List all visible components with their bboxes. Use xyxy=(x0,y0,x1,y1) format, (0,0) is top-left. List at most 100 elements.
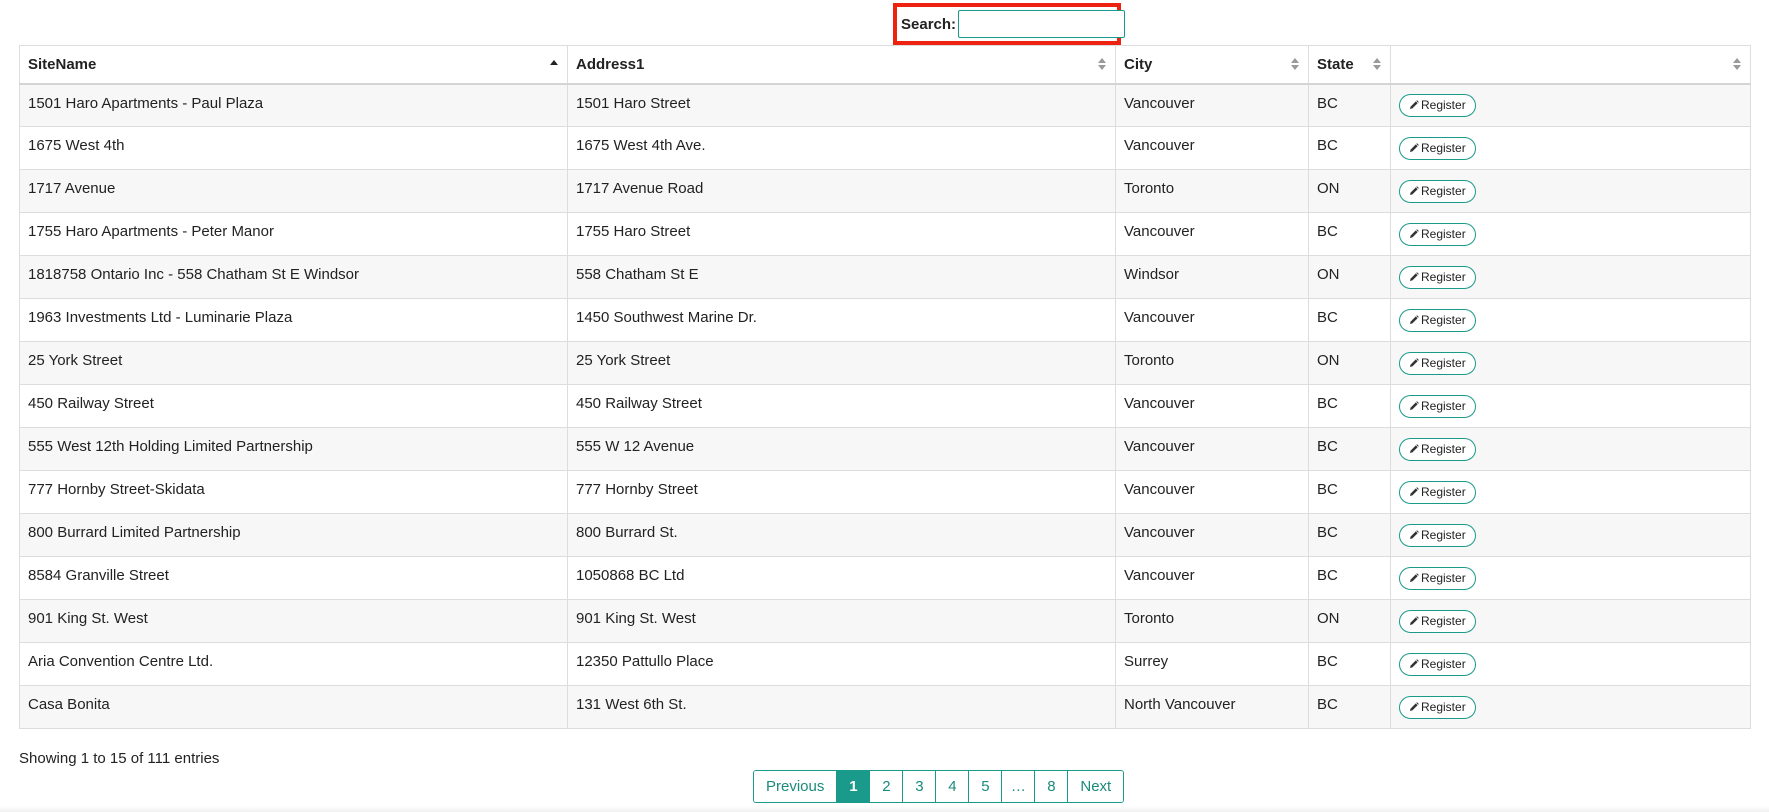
cell-city: North Vancouver xyxy=(1115,685,1309,729)
pencil-icon xyxy=(1410,530,1419,539)
register-button-label: Register xyxy=(1421,98,1466,113)
cell-state: BC xyxy=(1308,642,1391,686)
cell-state: BC xyxy=(1308,556,1391,600)
cell-address1: 901 King St. West xyxy=(567,599,1116,643)
pencil-icon xyxy=(1410,401,1419,410)
register-button[interactable]: Register xyxy=(1399,566,1476,590)
cell-address1: 1450 Southwest Marine Dr. xyxy=(567,298,1116,342)
column-header-state[interactable]: State xyxy=(1308,45,1391,85)
register-button[interactable]: Register xyxy=(1399,652,1476,676)
cell-address1: 131 West 6th St. xyxy=(567,685,1116,729)
pagination: Previous 1 2 3 4 5 … 8 Next xyxy=(753,770,1125,803)
cell-actions: Register xyxy=(1390,599,1751,643)
cell-state: BC xyxy=(1308,83,1391,127)
column-header-city[interactable]: City xyxy=(1115,45,1309,85)
pagination-page-3[interactable]: 3 xyxy=(903,771,937,802)
cell-state: BC xyxy=(1308,427,1391,471)
table-row: 8584 Granville Street 1050868 BC Ltd Vanco… xyxy=(19,556,1751,600)
register-button-label: Register xyxy=(1421,270,1466,284)
cell-state: BC xyxy=(1308,298,1391,342)
table-row: 1818758 Ontario Inc - 558 Chatham St E W… xyxy=(19,255,1751,299)
pagination-page-8[interactable]: 8 xyxy=(1035,771,1069,802)
cell-address1: 1675 West 4th Ave. xyxy=(567,126,1116,170)
cell-sitename: 25 York Street xyxy=(19,341,568,385)
pencil-icon xyxy=(1410,358,1419,367)
sort-both-icon xyxy=(1098,58,1106,71)
register-button[interactable]: Register xyxy=(1399,265,1476,289)
sort-both-icon xyxy=(1733,58,1741,71)
pagination-page-1[interactable]: 1 xyxy=(837,771,871,802)
cell-address1: 1050868 BC Ltd xyxy=(567,556,1116,600)
cell-state: ON xyxy=(1308,169,1391,213)
register-button[interactable]: Register xyxy=(1399,695,1476,719)
cell-city: Vancouver xyxy=(1115,470,1309,514)
cell-state: BC xyxy=(1308,470,1391,514)
table-row: 450 Railway Street 450 Railway Street Vanc… xyxy=(19,384,1751,428)
table-row: 1717 Avenue 1717 Avenue Road Toronto ON Regi… xyxy=(19,169,1751,213)
pagination-page-4[interactable]: 4 xyxy=(936,771,970,802)
cell-sitename: 1717 Avenue xyxy=(19,169,568,213)
register-button[interactable]: Register xyxy=(1399,609,1476,633)
pencil-icon xyxy=(1410,444,1419,453)
cell-actions: Register xyxy=(1390,212,1751,256)
register-button-label: Register xyxy=(1421,313,1466,327)
register-button[interactable]: Register xyxy=(1399,480,1476,504)
register-button-label: Register xyxy=(1421,528,1466,542)
search-input[interactable] xyxy=(958,10,1126,38)
column-header-sitename[interactable]: SiteName xyxy=(19,45,568,85)
pagination-ellipsis: … xyxy=(1002,771,1036,802)
register-button[interactable]: Register xyxy=(1399,308,1476,332)
cell-sitename: 1501 Haro Apartments - Paul Plaza xyxy=(19,83,568,127)
cell-actions: Register xyxy=(1390,470,1751,514)
cell-city: Windsor xyxy=(1115,255,1309,299)
cell-city: Toronto xyxy=(1115,169,1309,213)
cell-address1: 555 W 12 Avenue xyxy=(567,427,1116,471)
register-button[interactable]: Register xyxy=(1399,437,1476,461)
register-button-label: Register xyxy=(1421,657,1466,671)
column-header-actions[interactable] xyxy=(1390,45,1751,85)
table-row: 800 Burrard Limited Partnership 800 Burra… xyxy=(19,513,1751,557)
column-header-address1[interactable]: Address1 xyxy=(567,45,1116,85)
cell-city: Vancouver xyxy=(1115,384,1309,428)
table-row: 901 King St. West 901 King St. West Toront… xyxy=(19,599,1751,643)
column-header-label: SiteName xyxy=(28,55,97,73)
cell-city: Toronto xyxy=(1115,341,1309,385)
cell-actions: Register xyxy=(1390,83,1751,127)
cell-sitename: 555 West 12th Holding Limited Partnershi… xyxy=(19,427,568,471)
cell-sitename: 1755 Haro Apartments - Peter Manor xyxy=(19,212,568,256)
cell-actions: Register xyxy=(1390,341,1751,385)
search-label: Search: xyxy=(901,15,957,33)
pagination-page-5[interactable]: 5 xyxy=(969,771,1003,802)
cell-address1: 25 York Street xyxy=(567,341,1116,385)
register-button[interactable]: Register xyxy=(1399,93,1476,117)
pencil-icon xyxy=(1410,659,1419,668)
register-button-label: Register xyxy=(1421,227,1466,241)
pagination-next-button[interactable]: Next xyxy=(1068,771,1124,802)
cell-sitename: 800 Burrard Limited Partnership xyxy=(19,513,568,557)
pagination-previous-button[interactable]: Previous xyxy=(754,771,838,802)
register-button-label: Register xyxy=(1421,485,1466,499)
cell-address1: 1717 Avenue Road xyxy=(567,169,1116,213)
register-button[interactable]: Register xyxy=(1399,523,1476,547)
cell-state: BC xyxy=(1308,384,1391,428)
pencil-icon xyxy=(1410,143,1419,152)
cell-city: Vancouver xyxy=(1115,556,1309,600)
register-button[interactable]: Register xyxy=(1399,222,1476,246)
cell-sitename: 1963 Investments Ltd - Luminarie Plaza xyxy=(19,298,568,342)
register-button[interactable]: Register xyxy=(1399,179,1476,203)
register-button[interactable]: Register xyxy=(1399,394,1476,418)
table-row: Aria Convention Centre Ltd. 12350 Pattull… xyxy=(19,642,1751,686)
cell-actions: Register xyxy=(1390,556,1751,600)
table-row: Casa Bonita 131 West 6th St. North Vancouv… xyxy=(19,685,1751,729)
register-button[interactable]: Register xyxy=(1399,136,1476,160)
register-button[interactable]: Register xyxy=(1399,351,1476,375)
cell-city: Surrey xyxy=(1115,642,1309,686)
column-header-label: City xyxy=(1124,55,1153,73)
column-header-label: State xyxy=(1317,55,1354,73)
cell-city: Vancouver xyxy=(1115,427,1309,471)
cell-actions: Register xyxy=(1390,169,1751,213)
table-body: 1501 Haro Apartments - Paul Plaza 1501 Ha… xyxy=(19,83,1751,729)
pencil-icon xyxy=(1410,100,1419,110)
pagination-page-2[interactable]: 2 xyxy=(870,771,904,802)
cell-actions: Register xyxy=(1390,642,1751,686)
